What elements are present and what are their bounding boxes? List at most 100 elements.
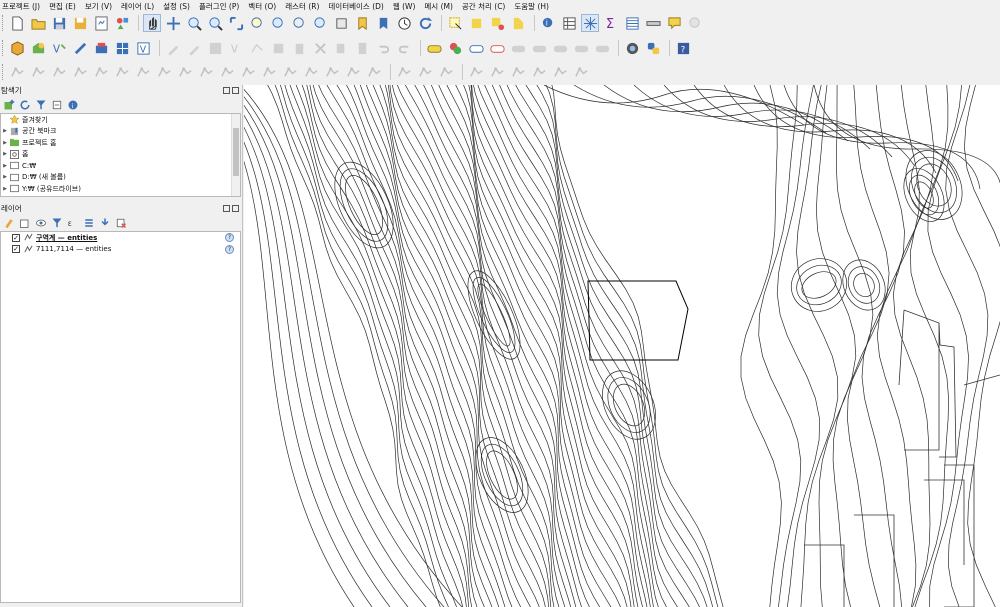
identify-icon[interactable] [509,14,527,32]
expand-arrow-icon[interactable]: ▶ [1,140,9,146]
toolbar-grip[interactable] [2,64,5,80]
deselect-icon[interactable] [488,14,506,32]
browser-item[interactable]: ▶ C:₩ [1,160,240,172]
fill-ring-icon[interactable] [239,63,257,81]
delete-ring-icon[interactable] [260,63,278,81]
menu-item[interactable]: 공간 처리 (C) [462,1,505,12]
attribute-table-icon[interactable] [560,14,578,32]
map-tips-icon[interactable] [665,14,683,32]
menu-item[interactable]: 데이터베이스 (D) [328,1,383,12]
add-selected-layers-icon[interactable] [2,98,16,112]
help-icon[interactable]: ? [674,39,692,57]
menu-item[interactable]: 설정 (S) [163,1,190,12]
expand-all-icon[interactable] [82,216,96,230]
field-calc-icon[interactable] [581,14,599,32]
node-editor-icon[interactable] [467,63,485,81]
browser-item[interactable]: 즐겨찾기 [1,114,240,126]
layer-item[interactable]: ✓ 구역계 — entities? [1,232,240,244]
close-panel-icon[interactable] [232,87,239,94]
menu-item[interactable]: 프로젝트 (J) [2,1,40,12]
close-panel-icon[interactable] [232,205,239,212]
polygon-icon[interactable] [530,63,548,81]
locator-icon[interactable] [686,14,704,32]
delete-icon[interactable] [290,39,308,57]
layer-visibility-checkbox[interactable]: ✓ [12,245,20,254]
label-pin-icon[interactable] [446,39,464,57]
select-feature-icon[interactable] [446,14,464,32]
reshape-feature-icon[interactable] [302,63,320,81]
layer-item[interactable]: ✓ 7111,7114 — entities? [1,244,240,256]
open-table-icon[interactable] [623,14,641,32]
show-bookmarks-icon[interactable] [374,14,392,32]
reshape-icon[interactable] [71,63,89,81]
save-as-icon[interactable] [71,14,89,32]
add-group-icon[interactable] [18,216,32,230]
expand-arrow-icon[interactable]: ▶ [1,151,9,157]
redo-icon[interactable] [395,39,413,57]
info-icon[interactable]: i [66,98,80,112]
add-ring-icon[interactable] [197,63,215,81]
digitize-icon[interactable] [92,39,110,57]
add-point-icon[interactable] [50,63,68,81]
browser-item[interactable]: ▶ D:₩ (새 볼륨) [1,172,240,184]
toolbar-grip[interactable] [2,40,5,56]
layer-styling-icon[interactable] [2,216,16,230]
scrollbar-thumb[interactable] [233,128,239,176]
zoom-out-icon[interactable] [206,14,224,32]
simplify-icon[interactable] [176,63,194,81]
data-source-manager-icon[interactable] [8,39,26,57]
zoom-full-icon[interactable] [227,14,245,32]
offset-icon[interactable] [92,63,110,81]
print-layout-icon[interactable] [92,14,110,32]
menu-item[interactable]: 보기 (V) [85,1,112,12]
map-canvas[interactable] [244,85,1000,607]
crs-unknown-icon[interactable]: ? [225,233,234,243]
menu-item[interactable]: 레이어 (L) [121,1,154,12]
add-curve-icon[interactable] [29,63,47,81]
filter-legend-icon[interactable] [50,216,64,230]
circle-icon[interactable] [488,63,506,81]
label-rotate-icon[interactable] [509,39,527,57]
snap-icon[interactable] [437,63,455,81]
stats-icon[interactable]: Σ [602,14,620,32]
expand-arrow-icon[interactable]: ▶ [1,174,9,180]
float-panel-icon[interactable] [223,87,230,94]
zoom-selection-icon[interactable] [248,14,266,32]
delete-part-icon[interactable] [281,63,299,81]
undo-icon[interactable] [374,39,392,57]
vertex-tool-icon[interactable] [248,39,266,57]
zoom-layer-icon[interactable] [269,14,287,32]
new-bookmark-icon[interactable] [353,14,371,32]
rectangle-icon[interactable] [509,63,527,81]
remove-layer-icon[interactable] [114,216,128,230]
plugin-icon[interactable] [644,39,662,57]
ellipse-icon[interactable] [551,63,569,81]
label-icon[interactable] [425,39,443,57]
regular-icon[interactable] [572,63,590,81]
crs-unknown-icon[interactable]: ? [225,244,234,254]
menu-item[interactable]: 웹 (W) [393,1,416,12]
float-panel-icon[interactable] [223,205,230,212]
new-project-icon[interactable] [8,14,26,32]
menu-item[interactable]: 메시 (M) [424,1,453,12]
copy-icon[interactable] [332,39,350,57]
browser-scrollbar[interactable] [231,114,240,196]
browser-item[interactable]: ▶ 홈 [1,149,240,161]
split-parts-icon[interactable] [395,63,413,81]
node-icon[interactable] [269,39,287,57]
refresh-icon[interactable] [416,14,434,32]
cut-icon[interactable] [311,39,329,57]
toolbar-grip[interactable] [2,15,5,31]
browser-item[interactable]: ▶ 프로젝트 홈 [1,137,240,149]
new-gpkg-icon[interactable] [29,39,47,57]
measure-icon[interactable] [644,14,662,32]
zoom-in-icon[interactable] [185,14,203,32]
label-show-icon[interactable] [551,39,569,57]
collapse-all-icon[interactable] [50,98,64,112]
mesh-icon[interactable] [113,39,131,57]
paste-icon[interactable] [353,39,371,57]
manage-visibility-icon[interactable] [34,216,48,230]
new-shapefile-icon[interactable]: V [50,39,68,57]
offset-curve-icon[interactable] [323,63,341,81]
boundary-polygon[interactable] [587,280,689,361]
